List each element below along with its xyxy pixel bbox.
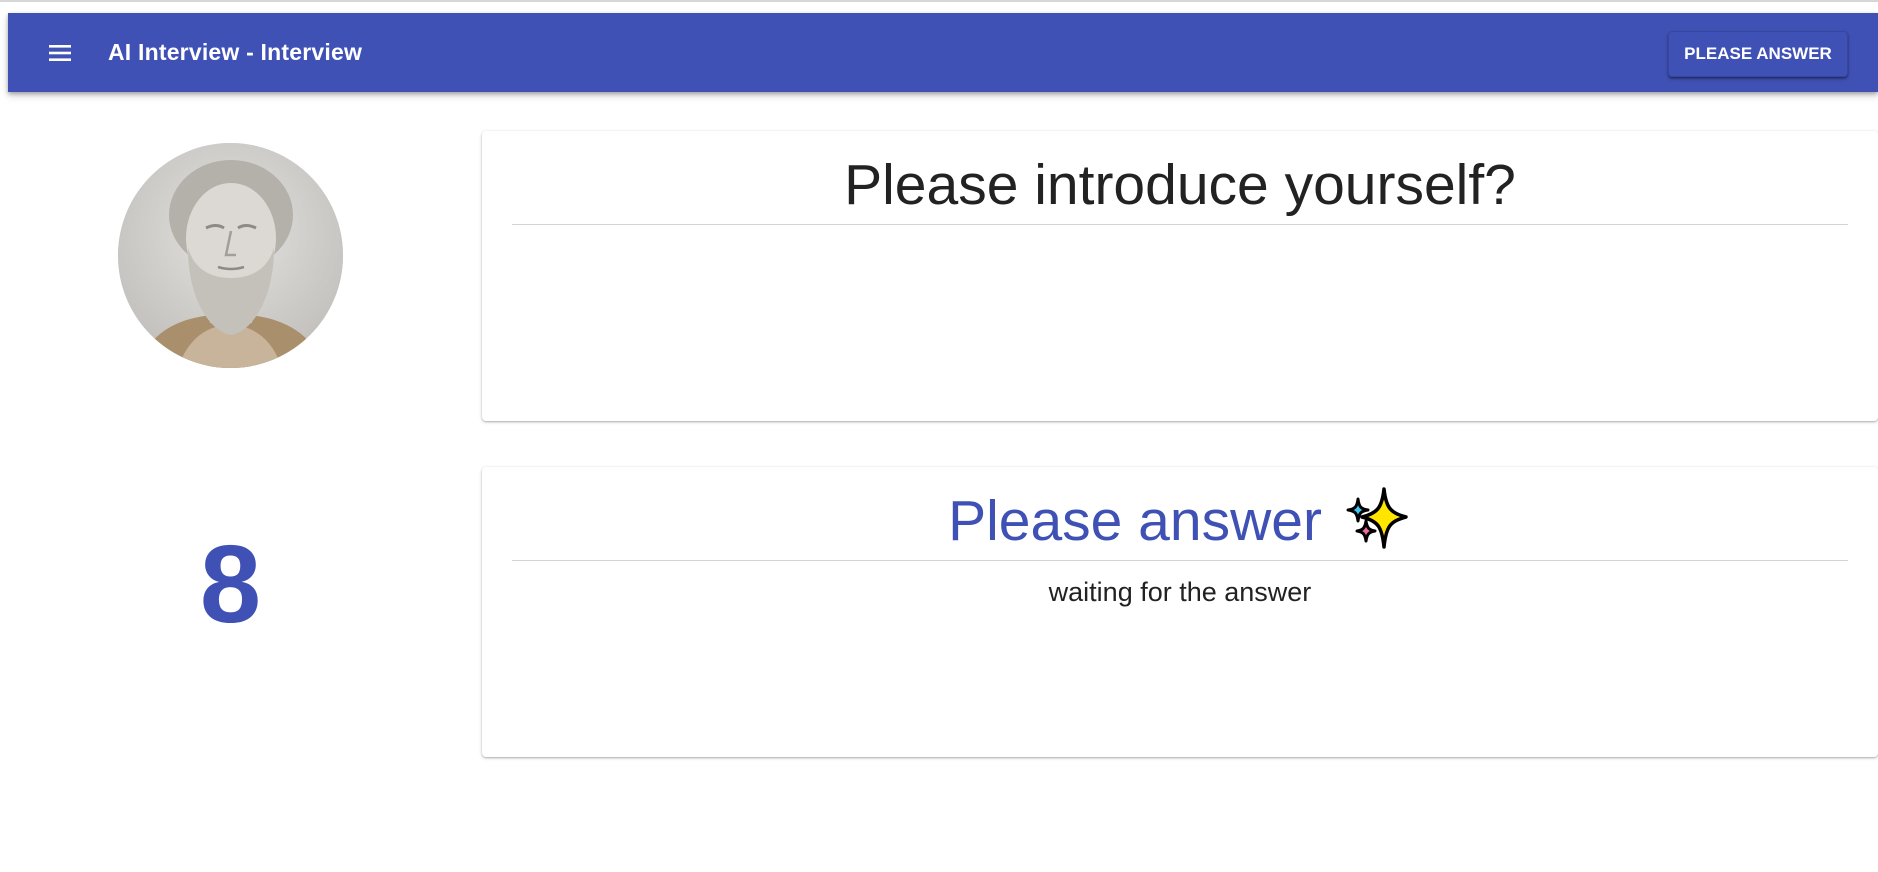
answer-divider <box>512 560 1848 561</box>
menu-button[interactable] <box>38 35 82 71</box>
question-divider <box>512 224 1848 225</box>
sparkles-icon <box>1346 487 1408 549</box>
app-bar: AI Interview - Interview PLEASE ANSWER <box>8 13 1878 92</box>
question-card: Please introduce yourself? <box>482 131 1878 421</box>
bust-portrait-avatar <box>118 143 343 368</box>
answer-title-row: Please answer <box>512 485 1848 557</box>
hamburger-menu-icon <box>49 45 71 61</box>
browser-top-edge <box>0 0 1878 2</box>
answer-status: waiting for the answer <box>1048 577 1312 607</box>
countdown-counter: 8 <box>199 523 262 646</box>
answer-card: Please answer waiting for the answer <box>482 467 1878 757</box>
answer-title: Please answer <box>948 489 1322 553</box>
please-answer-button[interactable]: PLEASE ANSWER <box>1668 31 1848 77</box>
question-title: Please introduce yourself? <box>844 153 1516 217</box>
avatar <box>118 143 343 368</box>
app-title: AI Interview - Interview <box>108 39 363 65</box>
